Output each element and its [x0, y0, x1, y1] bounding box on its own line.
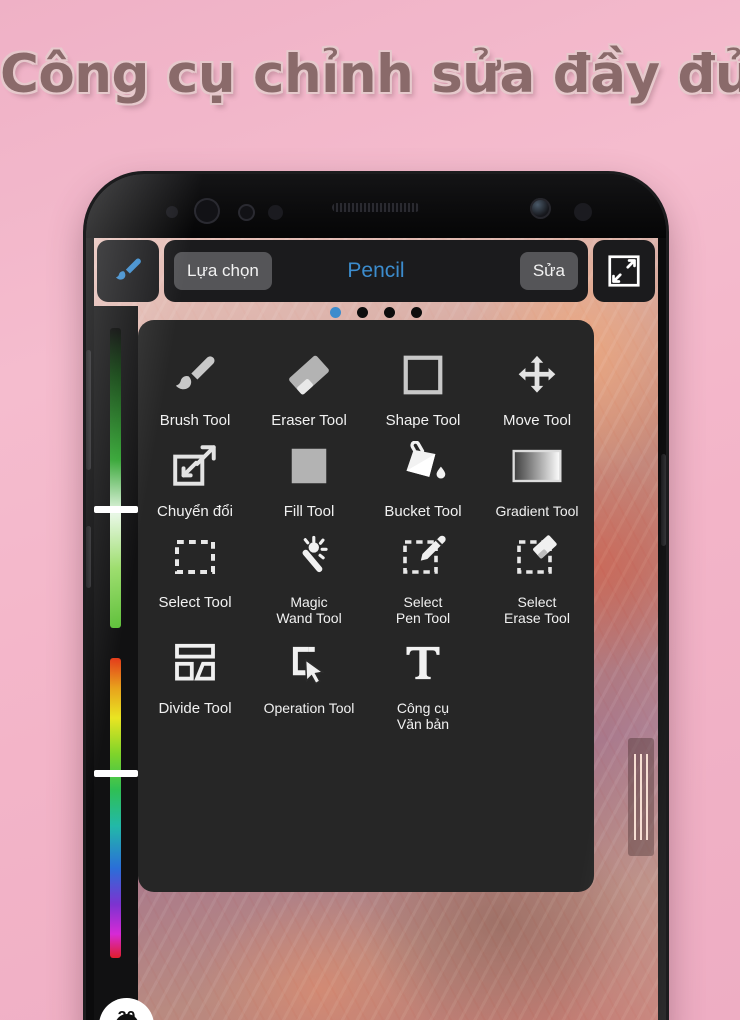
- toolbar-center: Lựa chọn Pencil Sửa: [164, 240, 588, 302]
- tool-text[interactable]: Công cụ Văn bản: [366, 626, 480, 732]
- toolbar-page-dots[interactable]: [94, 307, 658, 318]
- tool-select-erase[interactable]: Select Erase Tool: [480, 520, 594, 626]
- phone-screen: Lựa chọn Pencil Sửa 20 Brush Tool Eraser…: [94, 238, 658, 1020]
- transform-icon: [170, 435, 220, 497]
- color-rail: 20 px 100: [94, 306, 154, 1020]
- paint-bucket-icon: [398, 435, 448, 497]
- tool-select-pen[interactable]: Select Pen Tool: [366, 520, 480, 626]
- tool-label: Gradient Tool: [495, 503, 579, 519]
- value-slider[interactable]: [94, 328, 138, 628]
- brush-size-value: 20: [117, 1008, 136, 1020]
- current-brush-button[interactable]: [97, 240, 159, 302]
- tool-operation[interactable]: Operation Tool: [252, 626, 366, 732]
- phone-top-bezel: [86, 174, 666, 238]
- tool-label: Bucket Tool: [384, 503, 462, 520]
- expand-icon: [606, 253, 642, 289]
- page-dot-2[interactable]: [357, 307, 368, 318]
- tool-label: Select Pen Tool: [395, 594, 451, 626]
- tool-label: Magic Wand Tool: [276, 594, 342, 626]
- page-dot-4[interactable]: [411, 307, 422, 318]
- tool-label: Fill Tool: [283, 503, 335, 520]
- value-slider-handle[interactable]: [94, 506, 138, 513]
- tool-empty-slot: [480, 626, 594, 732]
- app-toolbar: Lựa chọn Pencil Sửa: [94, 238, 658, 306]
- tool-bucket[interactable]: Bucket Tool: [366, 429, 480, 520]
- tool-label: Move Tool: [502, 412, 572, 429]
- volume-button[interactable]: [86, 350, 91, 470]
- speaker-grille-icon: [332, 203, 420, 212]
- tool-row-2: Chuyển đổi Fill Tool Bucket Tool Gradien…: [138, 429, 594, 520]
- tool-fill[interactable]: Fill Tool: [252, 429, 366, 520]
- tool-label: Divide Tool: [158, 700, 232, 717]
- tool-row-3: Select Tool Magic Wand Tool Select Pen T…: [138, 520, 594, 626]
- assistant-button[interactable]: [86, 526, 91, 588]
- page-dot-1[interactable]: [330, 307, 341, 318]
- tool-magic-wand[interactable]: Magic Wand Tool: [252, 520, 366, 626]
- tool-transform[interactable]: Chuyển đổi: [138, 429, 252, 520]
- led-indicator-icon: [166, 206, 178, 218]
- phone-mockup: Lựa chọn Pencil Sửa 20 Brush Tool Eraser…: [86, 174, 666, 1020]
- tool-label: Operation Tool: [263, 700, 355, 716]
- tool-label: Select Erase Tool: [504, 594, 570, 626]
- tool-brush[interactable]: Brush Tool: [138, 338, 252, 429]
- dashed-rect-icon: [171, 526, 219, 588]
- tool-select[interactable]: Select Tool: [138, 520, 252, 626]
- page-dot-3[interactable]: [384, 307, 395, 318]
- expand-canvas-button[interactable]: [593, 240, 655, 302]
- proximity-sensor-icon: [238, 204, 255, 221]
- eraser-icon: [283, 344, 335, 406]
- tool-label: Chuyển đổi: [157, 503, 233, 520]
- square-icon: [400, 344, 446, 406]
- canvas-drag-handle[interactable]: [628, 738, 654, 856]
- promo-screenshot: Công cụ chỉnh sửa đầy đủ Lựa chọn Pencil…: [0, 0, 740, 1020]
- magic-wand-icon: [284, 526, 334, 588]
- tool-shape[interactable]: Shape Tool: [366, 338, 480, 429]
- tool-label: Eraser Tool: [271, 412, 347, 429]
- tool-move[interactable]: Move Tool: [480, 338, 594, 429]
- hue-slider-handle[interactable]: [94, 770, 138, 777]
- fill-square-icon: [286, 435, 332, 497]
- tool-label: Công cụ Văn bản: [396, 700, 450, 732]
- select-erase-icon: [513, 526, 561, 588]
- operation-icon: [286, 632, 332, 694]
- tool-divide[interactable]: Divide Tool: [138, 626, 252, 732]
- tool-label: Select Tool: [158, 594, 232, 611]
- handle-line-2: [640, 754, 642, 840]
- handle-line-3: [646, 754, 648, 840]
- tool-row-1: Brush Tool Eraser Tool Shape Tool Move T…: [138, 338, 594, 429]
- tool-row-4: Divide Tool Operation Tool Công cụ Văn b…: [138, 626, 594, 732]
- gradient-icon: [512, 435, 562, 497]
- brush-icon: [111, 254, 145, 288]
- tool-picker-panel: Brush Tool Eraser Tool Shape Tool Move T…: [138, 320, 594, 892]
- tool-gradient[interactable]: Gradient Tool: [480, 429, 594, 520]
- handle-line-1: [634, 754, 636, 840]
- secondary-sensor-icon: [574, 203, 592, 221]
- text-t-icon: [401, 632, 445, 694]
- move-arrows-icon: [515, 344, 559, 406]
- page-title: Công cụ chỉnh sửa đầy đủ: [0, 44, 740, 105]
- front-camera-icon: [530, 198, 551, 219]
- divide-icon: [171, 632, 219, 694]
- iris-sensor-icon: [194, 198, 220, 224]
- select-pen-icon: [399, 526, 447, 588]
- power-button[interactable]: [661, 454, 666, 546]
- tool-label: Shape Tool: [385, 412, 461, 429]
- hue-slider[interactable]: [94, 658, 138, 958]
- ambient-sensor-icon: [268, 205, 283, 220]
- tool-eraser[interactable]: Eraser Tool: [252, 338, 366, 429]
- edit-button[interactable]: Sửa: [519, 252, 578, 290]
- brush-icon: [169, 344, 221, 406]
- select-mode-button[interactable]: Lựa chọn: [174, 252, 272, 290]
- tool-label: Brush Tool: [159, 412, 231, 429]
